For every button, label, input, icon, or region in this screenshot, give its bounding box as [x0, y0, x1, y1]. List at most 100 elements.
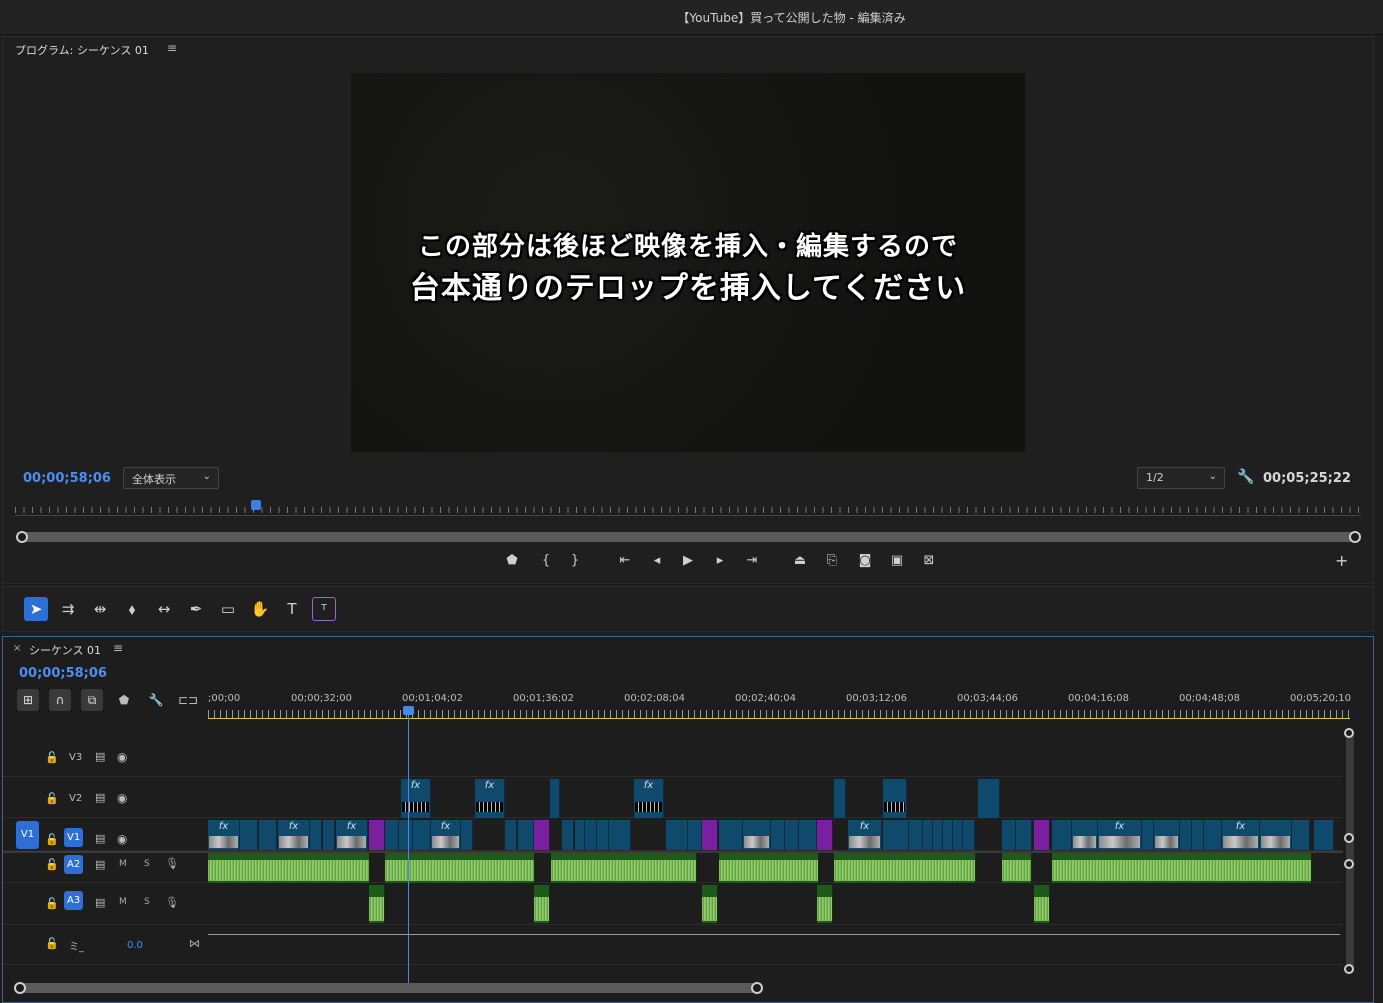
- vertical-scrollbar[interactable]: [1346, 733, 1354, 973]
- v1-clip[interactable]: fx: [1222, 820, 1260, 850]
- a2-audio-clip[interactable]: [719, 853, 819, 883]
- menu-icon[interactable]: ≡: [167, 41, 177, 55]
- v1-clip[interactable]: [399, 820, 413, 850]
- a2-audio-clip[interactable]: [1052, 853, 1312, 883]
- v2-clip[interactable]: fx: [475, 779, 505, 818]
- v2-clip[interactable]: fx: [401, 779, 431, 818]
- pen-icon[interactable]: ✒: [184, 597, 208, 621]
- v1-clip[interactable]: [1292, 820, 1310, 850]
- v1-clip[interactable]: [771, 820, 785, 850]
- v1-clip[interactable]: [310, 820, 322, 850]
- v1-clip[interactable]: [909, 820, 923, 850]
- rectangle-icon[interactable]: ▭: [216, 597, 240, 621]
- v1-clip[interactable]: [505, 820, 517, 850]
- playhead-timecode[interactable]: 00;00;58;06: [23, 471, 111, 486]
- monitor-zoom-scrollbar[interactable]: [19, 532, 1359, 542]
- a2-audio-clip[interactable]: [834, 853, 976, 883]
- v1-clip[interactable]: [562, 820, 574, 850]
- v1-clip[interactable]: [719, 820, 743, 850]
- camera-icon[interactable]: ◙: [854, 551, 876, 571]
- v1-clip[interactable]: [1204, 820, 1222, 850]
- v1-clip[interactable]: [933, 820, 943, 850]
- scrollbar-handle-right[interactable]: [1349, 531, 1361, 543]
- go-to-out-icon[interactable]: ⇥: [741, 551, 763, 571]
- scrollbar-handle-bottom[interactable]: [1344, 833, 1354, 843]
- v1-clip[interactable]: [785, 820, 799, 850]
- wrench-icon[interactable]: 🔧: [1237, 469, 1254, 485]
- a3-audio-clip[interactable]: [534, 885, 550, 923]
- v1-clip[interactable]: [963, 820, 975, 850]
- a2-audio-clip[interactable]: [1002, 853, 1032, 883]
- slip-icon[interactable]: ↔: [152, 597, 176, 621]
- v1-clip[interactable]: [1072, 820, 1098, 850]
- program-monitor-tab[interactable]: プログラム: シーケンス 01: [15, 42, 149, 58]
- caption-tool-icon[interactable]: ᵀ: [312, 597, 336, 621]
- v1-clip[interactable]: fx: [278, 820, 310, 850]
- audio-scroll-handle-bottom[interactable]: [1344, 964, 1354, 974]
- a3-audio-clip[interactable]: [1034, 885, 1050, 923]
- v1-clip[interactable]: [413, 820, 431, 850]
- plus-icon[interactable]: +: [1335, 551, 1348, 570]
- lift-icon[interactable]: ⏏: [789, 551, 811, 571]
- monitor-playhead[interactable]: [251, 500, 261, 510]
- a2-audio-clip[interactable]: [551, 853, 697, 883]
- playback-resolution-select[interactable]: 1/2 ⌄: [1137, 467, 1225, 489]
- monitor-time-ruler[interactable]: [15, 499, 1361, 516]
- v2-clip[interactable]: [834, 779, 846, 818]
- v1-clip[interactable]: [259, 820, 277, 850]
- v2-clip[interactable]: [883, 779, 907, 818]
- timeline-horizontal-scrollbar[interactable]: [19, 983, 759, 993]
- v1-clip[interactable]: [923, 820, 933, 850]
- v1-clip[interactable]: [518, 820, 534, 850]
- v1-clip[interactable]: [883, 820, 909, 850]
- nested-sequence-clip[interactable]: [702, 820, 718, 850]
- v1-clip[interactable]: [953, 820, 963, 850]
- ripple-edit-icon[interactable]: ⇹: [88, 597, 112, 621]
- extract-icon[interactable]: ⎘: [821, 551, 843, 571]
- v1-clip[interactable]: [240, 820, 258, 850]
- v1-clip[interactable]: [1016, 820, 1032, 850]
- audio-scroll-handle-top[interactable]: [1344, 859, 1354, 869]
- v1-clip[interactable]: [1142, 820, 1154, 850]
- type-icon[interactable]: T: [280, 597, 304, 621]
- multicam-icon[interactable]: ⊠: [918, 551, 940, 571]
- v1-clip[interactable]: [688, 820, 702, 850]
- v1-clip[interactable]: fx: [431, 820, 461, 850]
- v1-clip[interactable]: [597, 820, 609, 850]
- razor-icon[interactable]: ⬧: [120, 597, 144, 621]
- v1-clip[interactable]: [585, 820, 597, 850]
- timeline-playhead-line[interactable]: [408, 709, 409, 983]
- v1-clip[interactable]: [799, 820, 817, 850]
- mark-in-icon[interactable]: {: [535, 551, 557, 571]
- v1-clip[interactable]: [743, 820, 771, 850]
- timeline-playhead[interactable]: [403, 706, 414, 715]
- hscroll-handle-left[interactable]: [14, 982, 26, 994]
- a3-audio-clip[interactable]: [702, 885, 718, 923]
- v1-clip[interactable]: [609, 820, 631, 850]
- v1-clip[interactable]: [1192, 820, 1204, 850]
- zoom-level-select[interactable]: 全体表示 ⌄: [123, 467, 219, 489]
- v1-clip[interactable]: [666, 820, 688, 850]
- hand-icon[interactable]: ✋: [248, 597, 272, 621]
- v1-clip[interactable]: [1154, 820, 1180, 850]
- step-back-icon[interactable]: ◂: [646, 551, 668, 571]
- mark-out-icon[interactable]: }: [564, 551, 586, 571]
- compare-icon[interactable]: ▣: [886, 551, 908, 571]
- track-select-icon[interactable]: ⇉: [56, 597, 80, 621]
- v1-clip[interactable]: fx: [1098, 820, 1142, 850]
- v1-clip[interactable]: fx: [336, 820, 368, 850]
- step-forward-icon[interactable]: ▸: [709, 551, 731, 571]
- v1-clip[interactable]: [575, 820, 585, 850]
- selection-tool-icon[interactable]: ➤: [24, 597, 48, 621]
- v1-clip[interactable]: [1002, 820, 1016, 850]
- v1-clip[interactable]: [1314, 820, 1334, 850]
- a2-audio-clip[interactable]: [208, 853, 370, 883]
- v2-clip[interactable]: fx: [634, 779, 664, 818]
- v1-clip[interactable]: fx: [208, 820, 240, 850]
- v2-clip[interactable]: [550, 779, 560, 818]
- nested-sequence-clip[interactable]: [369, 820, 385, 850]
- v1-clip[interactable]: [323, 820, 335, 850]
- nested-sequence-clip[interactable]: [534, 820, 550, 850]
- v1-clip[interactable]: [461, 820, 473, 850]
- video-preview[interactable]: この部分は後ほど映像を挿入・編集するので 台本通りのテロップを挿入してください: [351, 73, 1025, 452]
